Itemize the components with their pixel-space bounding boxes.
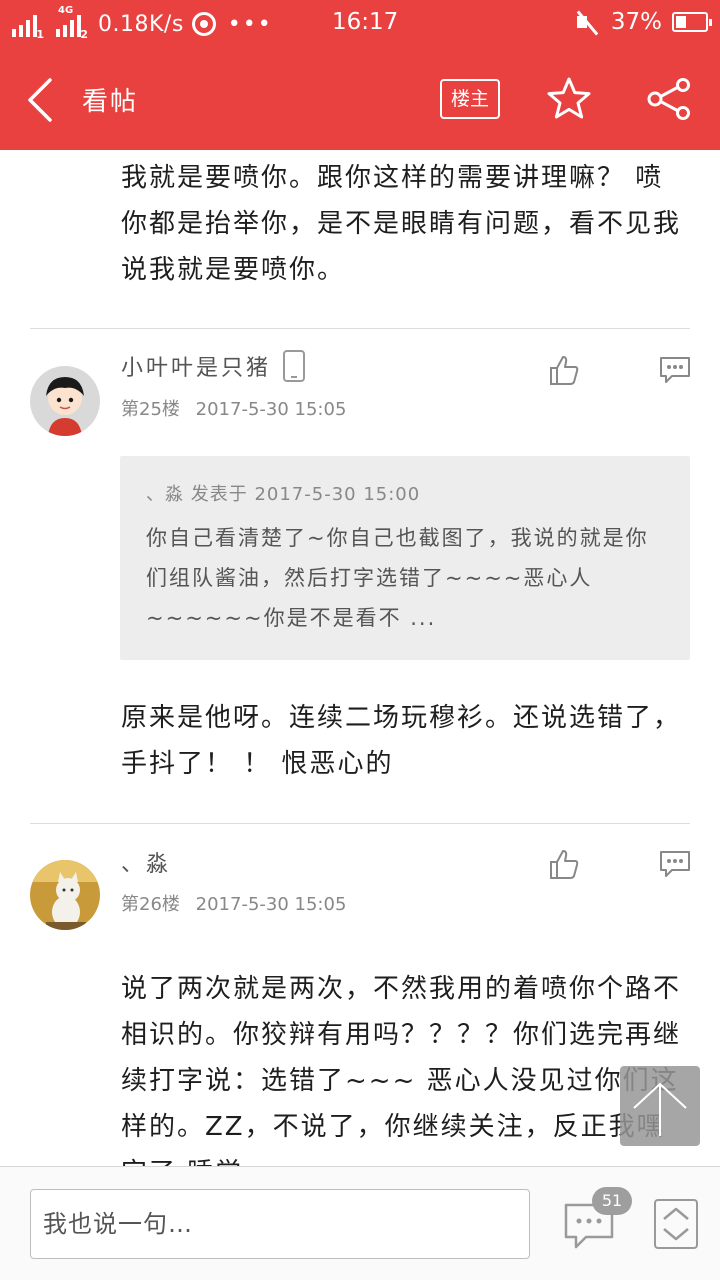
share-icon (647, 78, 690, 120)
arrow-up-icon (633, 1082, 687, 1136)
avatar[interactable] (30, 860, 100, 930)
star-icon (547, 77, 591, 119)
status-left: 1 4G 2 0.18K/s ••• (12, 5, 273, 41)
quote-text: 你自己看清楚了~你自己也截图了，我说的就是你们组队酱油，然后打字选错了~~~~恶… (146, 526, 649, 630)
post-body: 说了两次就是两次，不然我用的着喷你个路不相识的。你狡辩有用吗？？？？你们选完再继… (121, 974, 682, 1166)
favorite-button[interactable] (546, 76, 592, 124)
hotspot-icon (191, 12, 216, 36)
post-meta: 第25楼 2017-5-30 15:05 (121, 395, 346, 421)
owner-only-button[interactable]: 楼主 (440, 79, 500, 119)
thumbs-up-icon (550, 356, 579, 385)
back-button[interactable] (24, 76, 60, 124)
comment-icon (660, 851, 690, 877)
post-body: 原来是他呀。连续二场玩穆衫。还说选错了，手抖了！ ！ 恨恶心的 (121, 703, 682, 779)
thumbs-up-icon (550, 850, 579, 879)
comment-input[interactable]: 我也说一句… (30, 1189, 530, 1259)
page-jump-button[interactable] (654, 1199, 698, 1249)
network-type: 4G (58, 5, 74, 16)
quoted-post[interactable]: 、淼 发表于 2017-5-30 15:00 你自己看清楚了~你自己也截图了，我… (120, 456, 690, 660)
signal-sim2-icon: 4G 2 (56, 5, 88, 41)
mute-icon (575, 10, 599, 34)
comment-icon (660, 357, 690, 383)
post-time: 2017-5-30 15:05 (195, 894, 347, 915)
battery-icon (672, 12, 712, 32)
sim2-label: 2 (80, 28, 88, 41)
share-button[interactable] (646, 78, 692, 124)
bottom-bar: 我也说一句… 51 (0, 1166, 720, 1280)
avatar[interactable] (30, 366, 100, 436)
username-text: 、淼 (121, 852, 172, 877)
sim1-label: 1 (36, 28, 44, 41)
clock: 16:17 (332, 9, 399, 35)
username-text: 小叶叶是只猪 (121, 356, 272, 381)
chevron-left-icon (28, 78, 52, 122)
divider (30, 328, 690, 329)
floor-number: 第25楼 (121, 399, 180, 420)
post-body-previous: 我就是要喷你。跟你这样的需要讲理嘛？ 喷你都是抬举你，是不是眼睛有问题，看不见我… (121, 163, 682, 285)
status-bar: 1 4G 2 0.18K/s ••• 16:17 37% (0, 0, 720, 48)
avatar-cat-icon (30, 860, 100, 930)
like-button[interactable] (548, 354, 580, 390)
battery-level (676, 16, 686, 28)
mobile-client-icon (283, 350, 306, 382)
scroll-to-top-button[interactable] (620, 1066, 700, 1146)
network-speed: 0.18K/s (98, 11, 184, 37)
username[interactable]: 小叶叶是只猪 (121, 350, 306, 382)
title-bar: 看帖 楼主 (0, 48, 720, 150)
like-button[interactable] (548, 848, 580, 884)
post-time: 2017-5-30 15:05 (195, 399, 347, 420)
page-title: 看帖 (82, 87, 139, 117)
reply-button[interactable] (658, 355, 692, 389)
thread-content[interactable]: 我就是要喷你。跟你这样的需要讲理嘛？ 喷你都是抬举你，是不是眼睛有问题，看不见我… (0, 150, 720, 1166)
more-notifications-icon: ••• (227, 11, 273, 37)
battery-percent: 37% (610, 9, 662, 35)
avatar-girl-icon (30, 366, 100, 436)
floor-number: 第26楼 (121, 894, 180, 915)
divider (30, 823, 690, 824)
post-meta: 第26楼 2017-5-30 15:05 (121, 890, 346, 916)
signal-sim1-icon: 1 (12, 11, 44, 41)
status-right: 37% (575, 9, 712, 35)
reply-button[interactable] (658, 849, 692, 883)
comment-count-badge: 51 (592, 1187, 632, 1215)
username[interactable]: 、淼 (121, 846, 171, 878)
quote-header: 、淼 发表于 2017-5-30 15:00 (146, 484, 421, 505)
header: 1 4G 2 0.18K/s ••• 16:17 37% 看帖 楼主 (0, 0, 720, 150)
chevron-up-down-icon (663, 1207, 689, 1241)
